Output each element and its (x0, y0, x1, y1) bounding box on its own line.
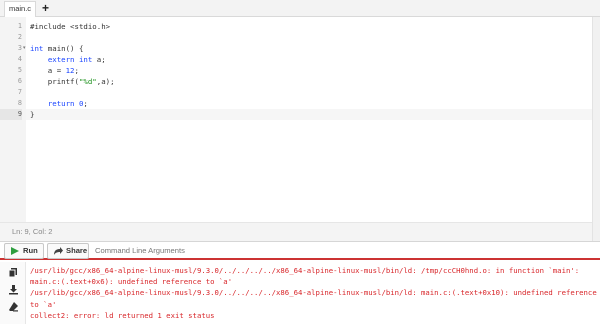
output-line: collect2: error: ld returned 1 exit stat… (30, 310, 215, 320)
command-line-arguments-input[interactable]: Command Line Arguments (95, 243, 590, 259)
line-number: 5 (17, 66, 22, 74)
editor-status-bar: Ln: 9, Col: 2 (0, 222, 592, 241)
code-line: int main() { (30, 44, 84, 53)
line-number: 6 (17, 77, 22, 85)
tab-bar: main.c + (0, 0, 600, 17)
play-icon (10, 244, 20, 258)
cursor-position: Ln: 9, Col: 2 (12, 227, 53, 236)
share-button-label: Share (66, 246, 88, 255)
output-line: /usr/lib/gcc/x86_64-alpine-linux-musl/9.… (30, 266, 580, 275)
output-line: to `a' (30, 299, 57, 309)
output-line: main.c:(.text+0x6): undefined reference … (30, 277, 233, 287)
line-number-gutter: 1 2 3 ▾ 4 5 6 7 8 9 (0, 17, 26, 222)
line-number: 3 (17, 44, 22, 52)
code-line: printf("%d",a); (30, 77, 115, 86)
line-number: 2 (17, 33, 22, 41)
share-icon (53, 244, 63, 258)
code-line: #include <stdio.h> (30, 22, 111, 31)
run-button[interactable]: Run (4, 243, 44, 259)
add-tab-button[interactable]: + (36, 1, 55, 16)
copy-icon[interactable] (8, 267, 19, 278)
code-line: extern int a; (47, 55, 106, 64)
code-line: } (30, 110, 35, 119)
editor-scrollbar[interactable] (592, 17, 600, 241)
code-area[interactable]: #include <stdio.h> int main() { extern i… (26, 17, 592, 222)
output-panel: /usr/lib/gcc/x86_64-alpine-linux-musl/9.… (0, 262, 600, 324)
code-line: a = 12; (30, 66, 79, 75)
tab-main-c[interactable]: main.c (4, 1, 36, 17)
share-button[interactable]: Share (47, 243, 89, 259)
output-sidebar (0, 262, 26, 324)
line-number: 7 (17, 88, 22, 96)
output-line: /usr/lib/gcc/x86_64-alpine-linux-musl/9.… (30, 288, 597, 298)
code-line: return 0; (47, 99, 88, 108)
code-editor[interactable]: 1 2 3 ▾ 4 5 6 7 8 9 #include <stdio.h> i… (0, 17, 592, 222)
eraser-icon[interactable] (8, 301, 19, 312)
line-number-active: 9 (0, 109, 22, 120)
line-number: 8 (17, 99, 22, 107)
run-button-label: Run (23, 246, 38, 255)
run-toolbar: Run Share Command Line Arguments (0, 241, 600, 260)
line-number: 4 (17, 55, 22, 63)
download-icon[interactable] (8, 284, 19, 295)
program-output: /usr/lib/gcc/x86_64-alpine-linux-musl/9.… (30, 265, 597, 321)
line-number: 1 (17, 22, 22, 30)
